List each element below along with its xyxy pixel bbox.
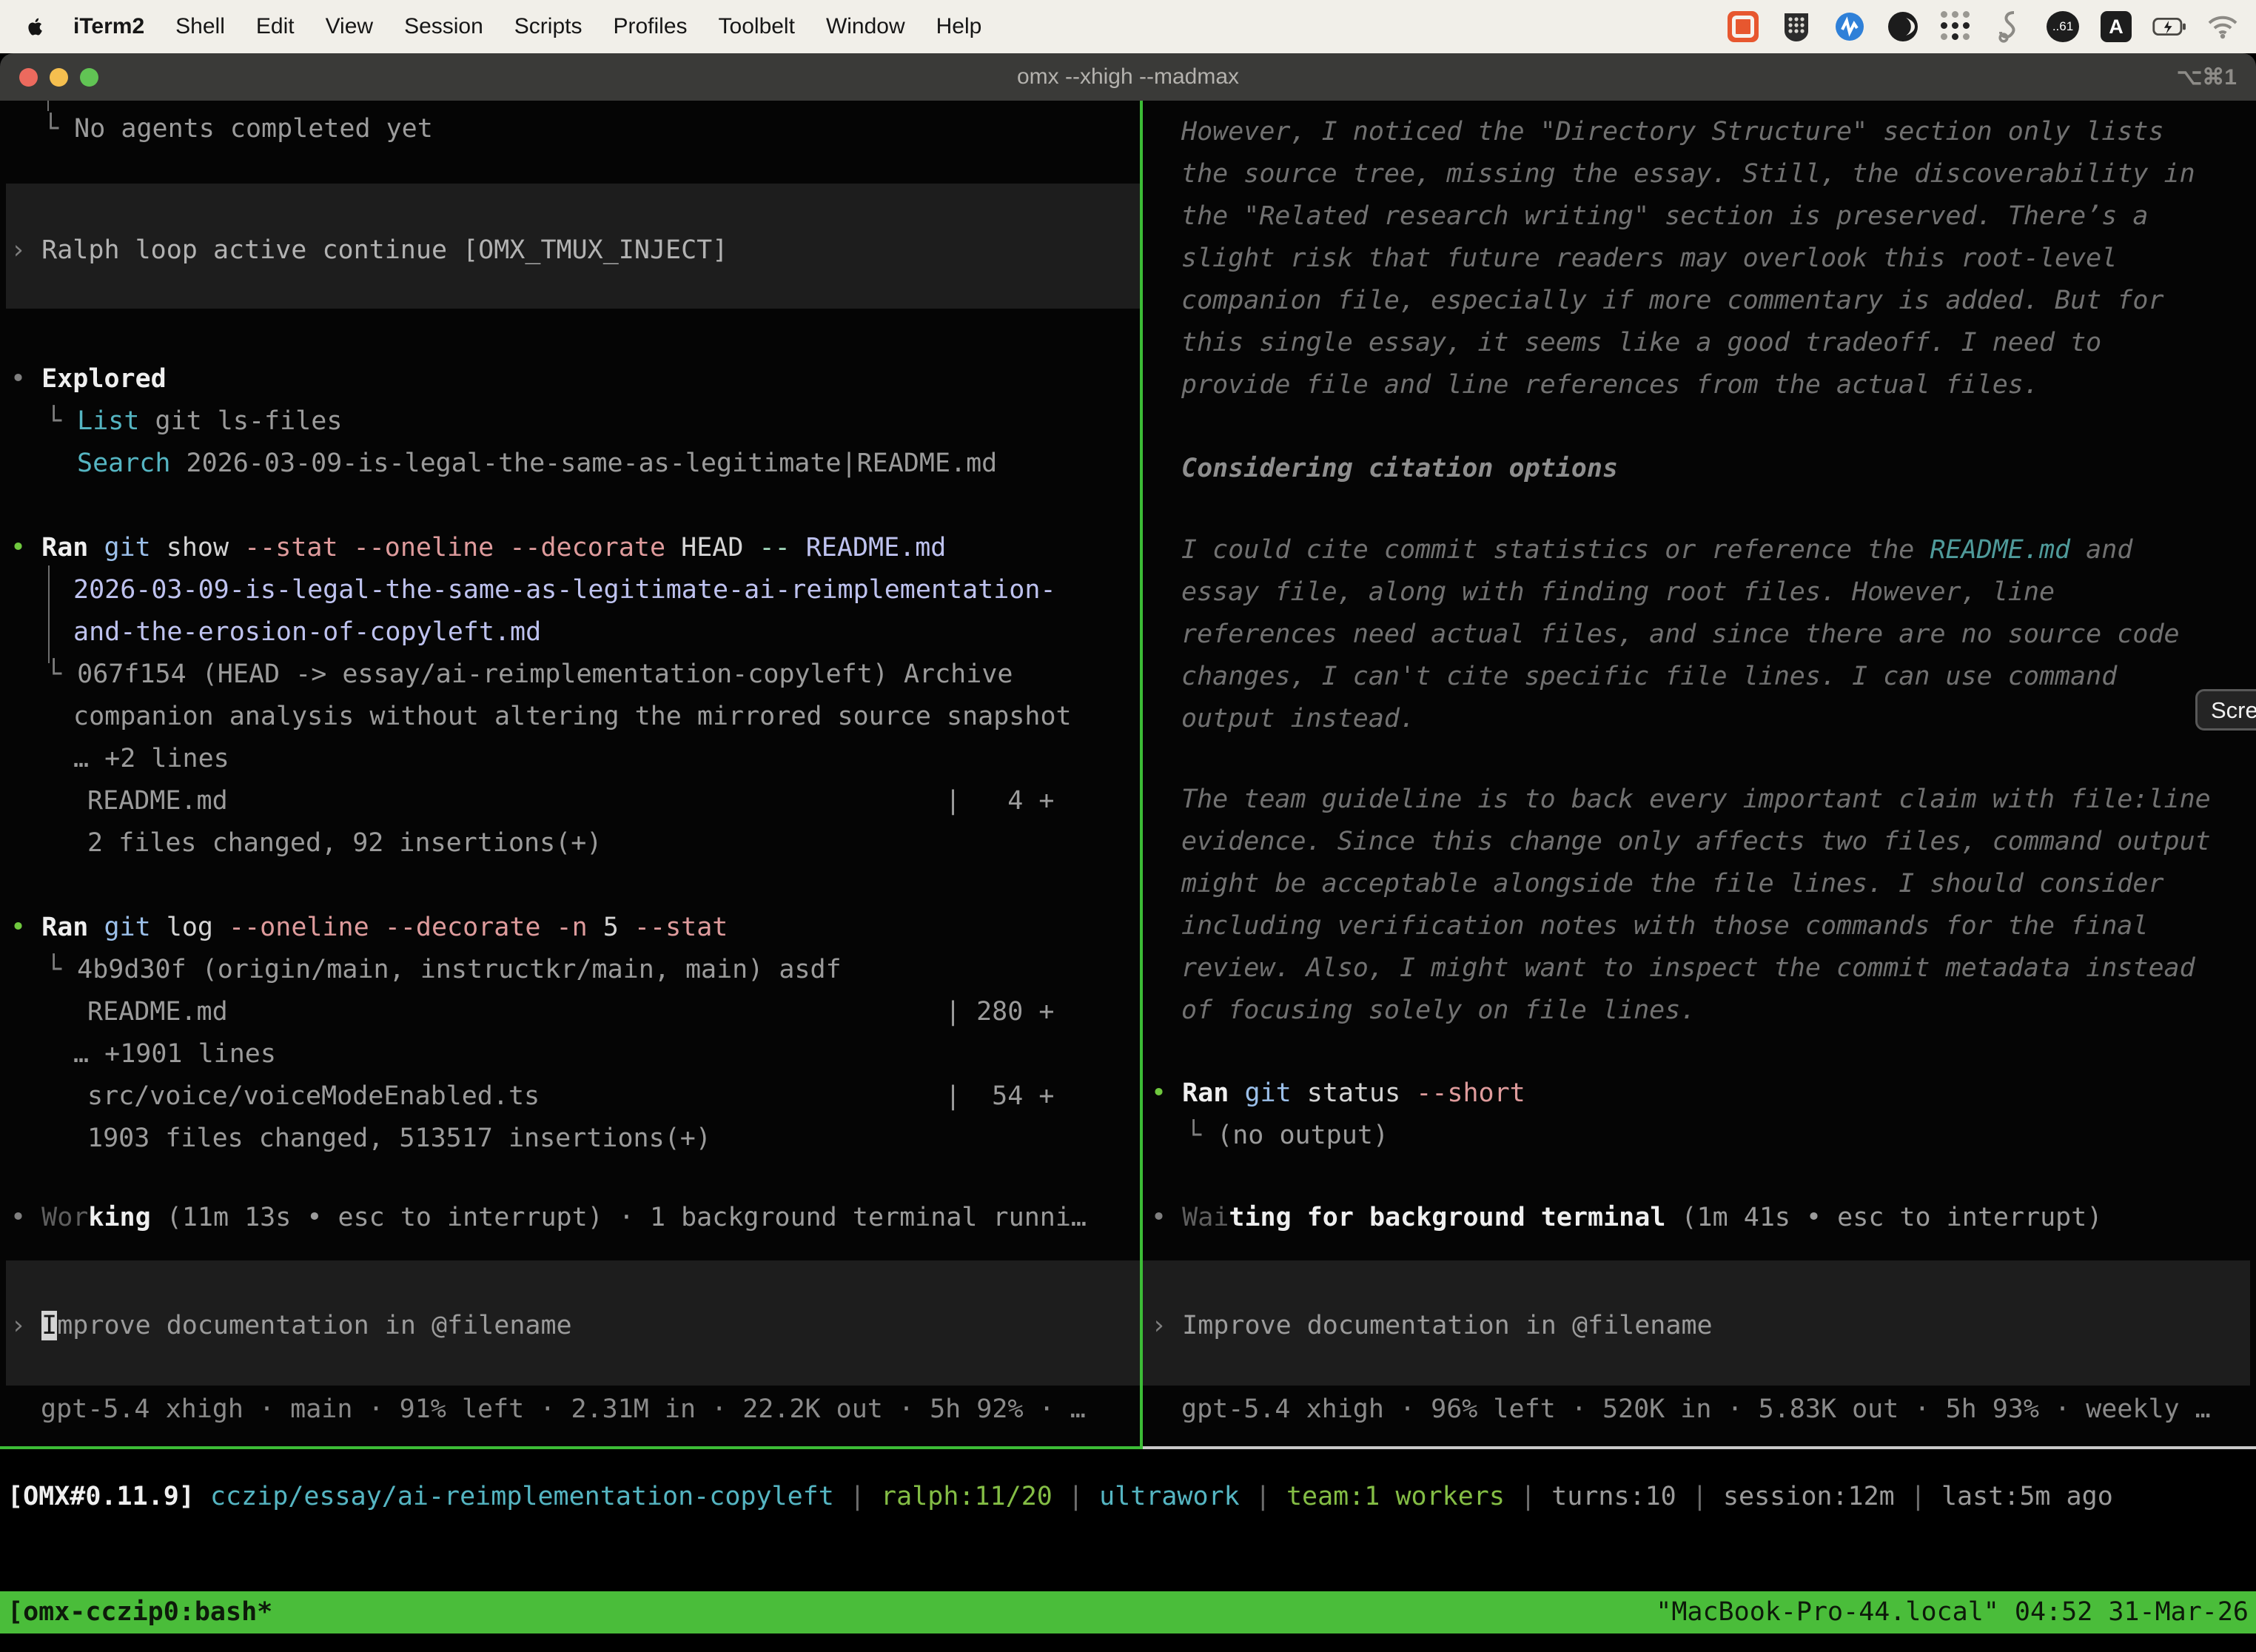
menu-item-iterm2[interactable]: iTerm2 [58,14,160,39]
model-status-line-right: gpt-5.4 xhigh · 96% left · 520K in · 5.8… [1181,1389,2211,1431]
ran-git-log-line: • Ran git log --oneline --decorate -n 5 … [10,907,728,949]
battery-icon[interactable] [2152,10,2186,44]
explored-search-line: Search 2026-03-09-is-legal-the-same-as-l… [77,443,997,485]
diffstat-readme280-line: README.md | 280 + [87,991,1054,1033]
reasoning-p3-l6: of focusing solely on file lines. [1181,990,1696,1032]
reasoning-p3-l3: might be acceptable alongside the file l… [1181,863,2164,905]
reasoning-p3-l2: evidence. Since this change only affects… [1181,821,2211,863]
reasoning-p1-l5: companion file, especially if more comme… [1181,280,2164,322]
right-terminal-pane[interactable]: However, I noticed the "Directory Struct… [1143,101,2256,1446]
omx-session-status-line: [OMX#0.11.9] cczip/essay/ai-reimplementa… [7,1476,2256,1518]
menu-item-shell[interactable]: Shell [160,14,241,39]
more-lines-note-1901: … +1901 lines [73,1033,276,1075]
explored-list-line: └ List git ls-files [46,400,342,443]
window-title-bar[interactable]: omx --xhigh --madmax ⌥⌘1 [0,53,2256,101]
git-show-arg-wrap1: 2026-03-09-is-legal-the-same-as-legitima… [73,569,1056,611]
battery-percent-badge-icon[interactable]: ..61 [2046,10,2080,44]
reasoning-p2-l1: I could cite commit statistics or refere… [1181,529,2132,571]
prompt-input-line[interactable]: › Improve documentation in @filename [10,1305,572,1347]
reasoning-heading: Considering citation options [1181,448,1618,490]
no-agents-line: └ No agents completed yet [43,108,433,150]
menu-item-session[interactable]: Session [389,14,499,39]
working-status-line: • Working (11m 13s • esc to interrupt) ·… [10,1197,1087,1239]
window-title: omx --xhigh --madmax [0,64,2256,90]
active-pane-border [0,1446,1140,1449]
diffstat-readme-line: README.md | 4 + [87,780,1054,822]
menu-item-help[interactable]: Help [921,14,998,39]
left-terminal-pane[interactable]: └ No agents completed yet › Ralph loop a… [0,101,1140,1446]
menu-item-toolbelt[interactable]: Toolbelt [703,14,810,39]
menu-bar: iTerm2 Shell Edit View Session Scripts P… [0,0,2256,53]
reasoning-p2-l5: output instead. [1181,698,1415,740]
menu-item-profiles[interactable]: Profiles [597,14,702,39]
no-output-line: └ (no output) [1186,1115,1389,1157]
reasoning-p1-l4: slight risk that future readers may over… [1181,238,2117,280]
chat-app-icon[interactable] [1726,10,1760,44]
reasoning-p2-l4: changes, I can't cite specific file line… [1181,656,2117,698]
squiggle-icon[interactable] [1993,10,2027,44]
model-status-line: gpt-5.4 xhigh · main · 91% left · 2.31M … [41,1389,1086,1431]
waiting-status-line: • Waiting for background terminal (1m 41… [1151,1197,2102,1239]
prompt-input-line-right[interactable]: › Improve documentation in @filename [1151,1305,1713,1347]
commit-output-line2: companion analysis without altering the … [73,696,1072,738]
dark-pie-icon[interactable] [1886,10,1920,44]
menu-item-window[interactable]: Window [810,14,921,39]
reasoning-p1-l1: However, I noticed the "Directory Struct… [1181,111,2164,153]
ran-git-status-line: • Ran git status --short [1151,1072,1525,1115]
tmux-host-clock: "MacBook-Pro-44.local" 04:52 31-Mar-26 [1656,1591,2249,1633]
diffstat-summary-line2: 1903 files changed, 513517 insertions(+) [87,1118,711,1160]
menu-item-edit[interactable]: Edit [241,14,310,39]
more-lines-note: … +2 lines [73,738,229,780]
shield-grid-icon[interactable] [1779,10,1813,44]
reasoning-p2-l3: references need actual files, and since … [1181,614,2180,656]
git-show-arg-wrap2: and-the-erosion-of-copyleft.md [73,611,541,654]
menu-item-scripts[interactable]: Scripts [499,14,598,39]
reasoning-p1-l7: provide file and line references from th… [1181,364,2039,406]
tmux-window-name[interactable]: [omx-cczip0:bash* [7,1591,272,1633]
log-commit-line: └ 4b9d30f (origin/main, instructkr/main,… [46,949,842,991]
apple-menu-icon[interactable] [22,14,47,39]
inject-message-line: › Ralph loop active continue [OMX_TMUX_I… [10,229,728,272]
blue-badge-icon[interactable] [1833,10,1867,44]
reasoning-p1-l2: the source tree, missing the essay. Stil… [1181,153,2195,195]
commit-output-line: └ 067f154 (HEAD -> essay/ai-reimplementa… [46,654,1013,696]
reasoning-p1-l3: the "Related research writing" section i… [1181,195,2148,238]
reasoning-p3-l4: including verification notes with those … [1181,905,2148,947]
diffstat-src-line: src/voice/voiceModeEnabled.ts | 54 + [87,1075,1054,1118]
dots-grid-icon[interactable] [1939,10,1973,44]
inactive-pane-border [1143,1446,2256,1449]
reasoning-p2-l2: essay file, along with finding root file… [1181,571,2055,614]
tree-guide-show [48,565,50,663]
ran-git-show-line: • Ran git show --stat --oneline --decora… [10,527,946,569]
screen-share-tooltip: Scre [2195,689,2256,731]
window-shortcut-badge: ⌥⌘1 [2177,64,2237,90]
wifi-icon[interactable] [2206,10,2240,44]
reasoning-p3-l1: The team guideline is to back every impo… [1181,779,2211,821]
tmux-status-bar: [omx-cczip0:bash* "MacBook-Pro-44.local"… [0,1591,2256,1633]
reasoning-p3-l5: review. Also, I might want to inspect th… [1181,947,2195,990]
menu-bar-status-icons: ..61 A [1726,10,2240,44]
menu-item-view[interactable]: View [310,14,389,39]
explored-header-line: • Explored [10,358,167,400]
reasoning-p1-l6: this single essay, it seems like a good … [1181,322,2101,364]
diffstat-summary-line: 2 files changed, 92 insertions(+) [87,822,602,864]
input-source-icon[interactable]: A [2099,10,2133,44]
